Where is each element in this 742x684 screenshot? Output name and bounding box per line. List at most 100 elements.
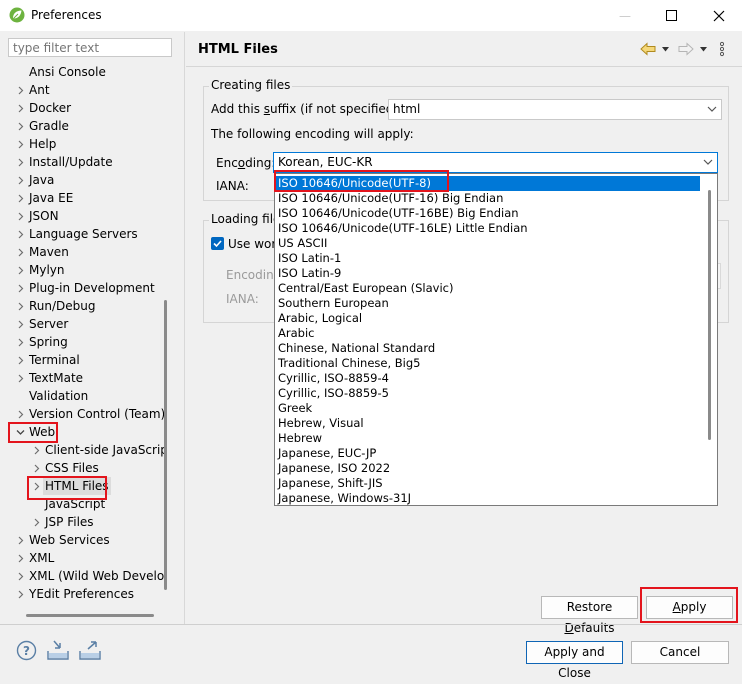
tree-node[interactable]: Plug-in Development <box>0 279 164 297</box>
use-workspace-checkbox[interactable] <box>211 237 224 250</box>
forward-arrow-icon[interactable] <box>678 42 694 56</box>
encoding-option[interactable]: Chinese, National Standard <box>278 341 435 356</box>
chevron-right-icon[interactable] <box>14 117 26 135</box>
chevron-right-icon[interactable] <box>14 351 26 369</box>
encoding-option[interactable]: ISO 10646/Unicode(UTF-16) Big Endian <box>278 191 503 206</box>
tree-node[interactable]: TextMate <box>0 369 164 387</box>
chevron-right-icon[interactable] <box>14 297 26 315</box>
tree-node[interactable]: YEdit Preferences <box>0 585 164 603</box>
tree-node[interactable]: JSP Files <box>0 513 164 531</box>
encoding-option[interactable]: Arabic <box>278 326 314 341</box>
chevron-right-icon[interactable] <box>14 225 26 243</box>
encoding-option[interactable]: Central/East European (Slavic) <box>278 281 454 296</box>
chevron-right-icon[interactable] <box>14 261 26 279</box>
encoding-option[interactable]: Arabic, Logical <box>278 311 362 326</box>
encoding-option[interactable]: Hebrew <box>278 431 322 446</box>
chevron-right-icon[interactable] <box>14 153 26 171</box>
tree-node[interactable]: Maven <box>0 243 164 261</box>
encoding-option[interactable]: ISO Latin-9 <box>278 266 341 281</box>
encoding-option[interactable]: ISO 10646/Unicode(UTF-16BE) Big Endian <box>278 206 519 221</box>
chevron-right-icon[interactable] <box>14 549 26 567</box>
suffix-combo[interactable]: html <box>388 99 722 120</box>
encoding-dropdown-list[interactable]: ISO 10646/Unicode(UTF-8) ISO 10646/Unicod… <box>274 173 718 506</box>
chevron-right-icon[interactable] <box>14 279 26 297</box>
chevron-right-icon[interactable] <box>30 441 42 459</box>
apply-and-close-button[interactable]: Apply and Close <box>526 641 623 680</box>
chevron-right-icon[interactable] <box>14 585 26 603</box>
tree-node[interactable]: Java <box>0 171 164 189</box>
tree-vertical-scrollbar[interactable] <box>164 300 167 590</box>
encoding-option[interactable]: Japanese, EUC-JP <box>278 446 376 461</box>
encoding-option[interactable]: Hebrew, Visual <box>278 416 364 431</box>
encoding-option[interactable]: Japanese, ISO 2022 <box>278 461 390 476</box>
tree-node[interactable]: Version Control (Team) <box>0 405 164 423</box>
encoding-option[interactable]: Southern European <box>278 296 389 311</box>
chevron-right-icon[interactable] <box>14 333 26 351</box>
back-menu-chevron-icon[interactable] <box>662 47 669 52</box>
tree-node[interactable]: Ansi Console <box>0 63 164 81</box>
encoding-option[interactable]: US ASCII <box>278 236 327 251</box>
encoding-option[interactable]: ISO 10646/Unicode(UTF-16LE) Little Endia… <box>278 221 528 236</box>
maximize-button[interactable] <box>648 0 694 31</box>
close-button[interactable] <box>696 0 742 31</box>
chevron-right-icon[interactable] <box>14 135 26 153</box>
forward-menu-chevron-icon[interactable] <box>700 47 707 52</box>
export-icon[interactable] <box>78 639 102 661</box>
tree-node[interactable]: JSON <box>0 207 164 225</box>
bottom-separator <box>0 624 742 625</box>
encoding-option[interactable]: Traditional Chinese, Big5 <box>278 356 421 371</box>
tree-node[interactable]: Terminal <box>0 351 164 369</box>
tree-node[interactable]: Run/Debug <box>0 297 164 315</box>
tree-node[interactable]: Validation <box>0 387 164 405</box>
encoding-option[interactable]: Cyrillic, ISO-8859-5 <box>278 386 389 401</box>
chevron-right-icon[interactable] <box>14 369 26 387</box>
back-arrow-icon[interactable] <box>640 42 656 56</box>
loading-files-legend: Loading file <box>209 212 283 226</box>
tree-node[interactable]: Language Servers <box>0 225 164 243</box>
tree-node[interactable]: Mylyn <box>0 261 164 279</box>
chevron-right-icon[interactable] <box>14 99 26 117</box>
tree-node[interactable]: Java EE <box>0 189 164 207</box>
tree-node[interactable]: Client-side JavaScript <box>0 441 164 459</box>
chevron-right-icon[interactable] <box>14 243 26 261</box>
tree-node[interactable]: Docker <box>0 99 164 117</box>
tree-node[interactable]: Ant <box>0 81 164 99</box>
apply-button[interactable]: Apply <box>646 596 733 619</box>
encoding-option[interactable]: Japanese, Windows-31J <box>278 491 411 505</box>
view-menu-icon[interactable] <box>720 41 724 57</box>
encoding-option[interactable]: Japanese, Shift-JIS <box>278 476 383 491</box>
chevron-down-icon <box>707 100 717 125</box>
encoding-option[interactable]: ISO Latin-1 <box>278 251 341 266</box>
tree-node[interactable]: Install/Update <box>0 153 164 171</box>
tree-node[interactable]: Gradle <box>0 117 164 135</box>
tree-node[interactable]: CSS Files <box>0 459 164 477</box>
encoding-option[interactable]: Greek <box>278 401 312 416</box>
minimize-button[interactable]: — <box>602 0 648 31</box>
tree-horizontal-scrollbar[interactable] <box>26 614 154 617</box>
restore-defaults-button[interactable]: Restore Defaults <box>541 596 638 635</box>
dropdown-scrollbar[interactable] <box>708 190 711 440</box>
encoding-option[interactable]: Cyrillic, ISO-8859-4 <box>278 371 389 386</box>
filter-input[interactable] <box>8 38 172 57</box>
chevron-right-icon[interactable] <box>14 531 26 549</box>
pane-divider[interactable] <box>184 32 185 624</box>
chevron-right-icon[interactable] <box>30 459 42 477</box>
chevron-right-icon[interactable] <box>14 81 26 99</box>
chevron-right-icon[interactable] <box>14 171 26 189</box>
tree-node[interactable]: XML <box>0 549 164 567</box>
tree-node[interactable]: Server <box>0 315 164 333</box>
tree-node[interactable]: XML (Wild Web Developer) <box>0 567 164 585</box>
chevron-right-icon[interactable] <box>30 513 42 531</box>
tree-node[interactable]: Spring <box>0 333 164 351</box>
chevron-right-icon[interactable] <box>14 405 26 423</box>
chevron-right-icon[interactable] <box>14 315 26 333</box>
import-icon[interactable] <box>46 639 70 661</box>
tree-node-label: XML <box>29 551 55 565</box>
tree-node[interactable]: Help <box>0 135 164 153</box>
chevron-right-icon[interactable] <box>14 207 26 225</box>
cancel-button[interactable]: Cancel <box>631 641 729 664</box>
tree-node[interactable]: Web Services <box>0 531 164 549</box>
help-icon[interactable]: ? <box>16 640 37 661</box>
chevron-right-icon[interactable] <box>14 567 26 585</box>
chevron-right-icon[interactable] <box>14 189 26 207</box>
